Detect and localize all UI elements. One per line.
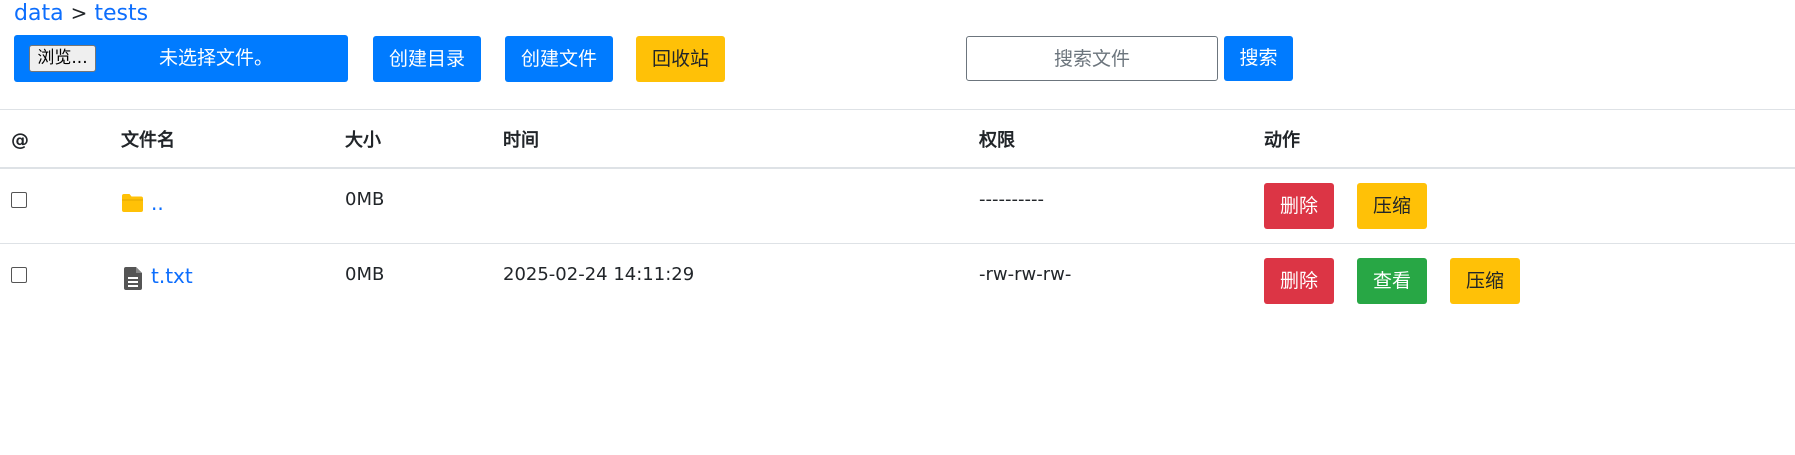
breadcrumb-item-tests[interactable]: tests	[94, 1, 148, 26]
delete-button[interactable]: 删除	[1264, 183, 1334, 229]
breadcrumb-item-data[interactable]: data	[14, 1, 64, 26]
header-filename: 文件名	[121, 130, 175, 151]
header-time: 时间	[503, 130, 539, 151]
create-file-button[interactable]: 创建文件	[505, 36, 613, 82]
file-permission: -rw-rw-rw-	[979, 264, 1072, 285]
file-text-icon	[123, 266, 143, 295]
folder-icon	[121, 192, 144, 217]
header-action: 动作	[1264, 130, 1300, 151]
compress-button[interactable]: 压缩	[1357, 183, 1427, 229]
compress-button[interactable]: 压缩	[1450, 258, 1520, 304]
row-checkbox[interactable]	[11, 267, 27, 283]
breadcrumb: data > tests	[14, 0, 148, 26]
search-input[interactable]	[966, 36, 1218, 81]
toolbar-divider	[0, 109, 1795, 110]
row-divider	[0, 243, 1795, 244]
file-permission: ----------	[979, 189, 1044, 210]
file-upload[interactable]: 浏览... 未选择文件。	[14, 35, 348, 82]
file-name-link[interactable]: ..	[151, 190, 164, 216]
delete-button[interactable]: 删除	[1264, 258, 1334, 304]
breadcrumb-separator: >	[70, 1, 88, 25]
file-name-link[interactable]: t.txt	[151, 263, 193, 289]
create-directory-button[interactable]: 创建目录	[373, 36, 481, 82]
header-divider	[0, 167, 1795, 169]
header-size: 大小	[345, 130, 381, 151]
header-select: @	[11, 130, 29, 151]
file-size: 0MB	[345, 189, 385, 210]
file-size: 0MB	[345, 264, 385, 285]
recycle-bin-button[interactable]: 回收站	[636, 36, 725, 82]
no-file-selected-label: 未选择文件。	[159, 47, 274, 69]
search-button[interactable]: 搜索	[1224, 36, 1293, 81]
browse-button[interactable]: 浏览...	[29, 45, 96, 72]
file-time: 2025-02-24 14:11:29	[503, 264, 695, 285]
row-checkbox[interactable]	[11, 192, 27, 208]
view-button[interactable]: 查看	[1357, 258, 1427, 304]
header-permission: 权限	[979, 130, 1015, 151]
